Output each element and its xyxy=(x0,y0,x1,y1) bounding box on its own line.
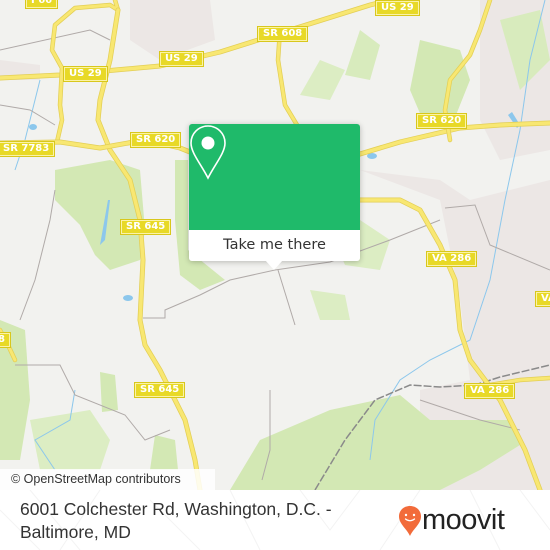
road-shield: VA 286 xyxy=(463,383,516,399)
road-shield: SR 620 xyxy=(129,132,182,148)
location-popup: Take me there xyxy=(189,124,360,270)
park-area xyxy=(150,435,178,470)
road-shield: US 29 xyxy=(159,51,204,67)
road-shield: US 29 xyxy=(375,0,420,16)
road-shield: SR 645 xyxy=(133,382,186,398)
moovit-wordmark: moovit xyxy=(422,504,505,536)
urban-area xyxy=(130,0,215,60)
footer: 6001 Colchester Rd, Washington, D.C. - B… xyxy=(0,490,550,550)
road-shield: SR 608 xyxy=(256,26,309,42)
map-canvas[interactable]: US 29 US 29 US 29 SR 608 SR 620 SR 620 S… xyxy=(0,0,550,490)
moovit-pin-icon xyxy=(399,506,421,536)
park-area xyxy=(345,30,380,80)
take-me-there-button[interactable]: Take me there xyxy=(189,230,360,261)
road-shield: VA xyxy=(535,291,550,307)
popup-header xyxy=(189,124,360,230)
road-shield: SR 620 xyxy=(415,113,468,129)
road-shield: 68 xyxy=(0,332,11,348)
map-attribution[interactable]: © OpenStreetMap contributors xyxy=(0,469,215,490)
minor-road xyxy=(277,269,296,326)
water-body xyxy=(29,124,37,130)
minor-road xyxy=(19,189,56,321)
location-pin-icon xyxy=(190,125,226,180)
popup-tail xyxy=(265,260,283,270)
water-body xyxy=(123,295,133,301)
park-area xyxy=(55,160,145,270)
minor-road xyxy=(0,104,56,126)
park-area xyxy=(310,290,350,320)
road-shield: SR 645 xyxy=(119,219,172,235)
address-text: 6001 Colchester Rd, Washington, D.C. - B… xyxy=(20,499,332,542)
stream xyxy=(14,79,41,171)
road-shield: US 29 xyxy=(63,66,108,82)
park-area xyxy=(300,60,345,100)
road-shield: I 66 xyxy=(24,0,59,9)
road-shield: SR 7783 xyxy=(0,141,56,157)
road-shield: VA 286 xyxy=(425,251,478,267)
